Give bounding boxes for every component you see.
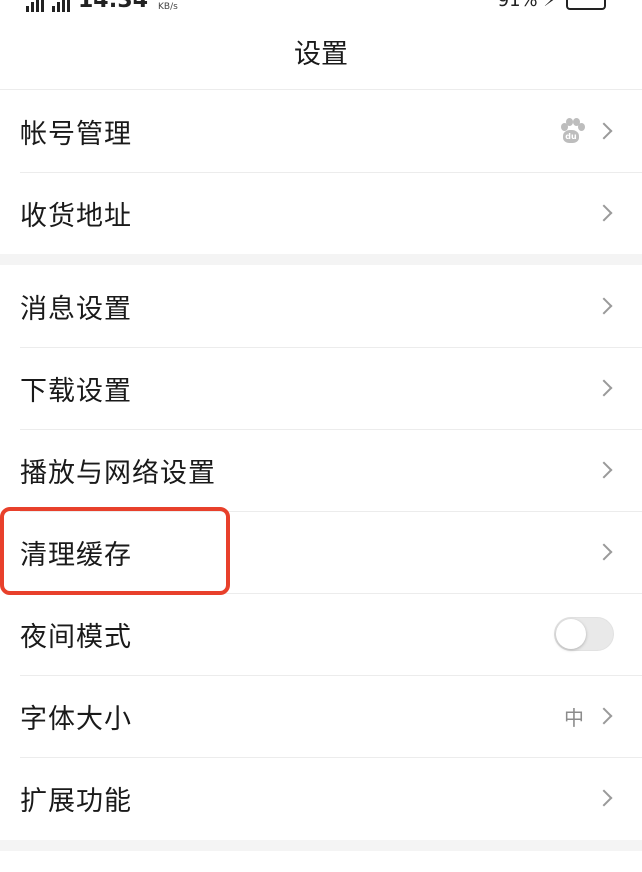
settings-item-accessory [595, 297, 614, 315]
settings-item-label: 扩展功能 [20, 785, 132, 817]
settings-item-account-management[interactable]: 帐号管理 du [0, 90, 642, 172]
chevron-right-icon [595, 297, 613, 315]
chevron-right-icon [595, 379, 613, 397]
settings-item-label: 下载设置 [20, 375, 132, 407]
settings-item-label: 消息设置 [20, 293, 132, 325]
settings-item-clear-cache[interactable]: 清理缓存 [0, 511, 642, 593]
signal-icon [26, 0, 44, 12]
settings-item-night-mode: 夜间模式 [0, 593, 642, 675]
settings-item-accessory: 中 [564, 702, 614, 731]
signal-icon-2 [52, 0, 70, 12]
chevron-right-icon [595, 204, 613, 222]
settings-item-label: 帐号管理 [20, 118, 132, 150]
settings-item-accessory [554, 617, 614, 651]
settings-group-account: 帐号管理 du 收货地址 [0, 90, 642, 254]
status-left: 14:34 KB/s [26, 0, 178, 12]
settings-item-accessory [595, 204, 614, 222]
battery-percent: 91% ⚡ [497, 0, 556, 11]
chevron-right-icon [595, 543, 613, 561]
night-mode-toggle[interactable] [554, 617, 614, 651]
settings-item-accessory [595, 379, 614, 397]
settings-item-extensions[interactable]: 扩展功能 [0, 757, 642, 839]
settings-item-playback-network[interactable]: 播放与网络设置 [0, 429, 642, 511]
page-title: 设置 [294, 39, 348, 70]
battery-icon [566, 0, 606, 10]
settings-group-general: 消息设置 下载设置 播放与网络设置 清理缓存 夜间模式 字体大小 中 扩展功能 [0, 265, 642, 839]
font-size-value: 中 [564, 705, 584, 730]
settings-item-label: 播放与网络设置 [20, 457, 216, 489]
settings-item-message-settings[interactable]: 消息设置 [0, 265, 642, 347]
nav-header: 设置 [0, 14, 642, 90]
settings-item-accessory: du [558, 118, 614, 144]
chevron-right-icon [595, 707, 613, 725]
settings-item-font-size[interactable]: 字体大小 中 [0, 675, 642, 757]
settings-item-label: 收货地址 [20, 200, 132, 232]
settings-item-accessory [595, 461, 614, 479]
chevron-right-icon [595, 789, 613, 807]
network-speed-unit: KB/s [158, 2, 178, 12]
settings-item-download-settings[interactable]: 下载设置 [0, 347, 642, 429]
baidu-paw-icon: du [558, 118, 585, 144]
settings-item-label: 清理缓存 [20, 539, 132, 571]
chevron-right-icon [595, 122, 613, 140]
settings-item-label: 夜间模式 [20, 621, 132, 653]
toggle-knob [556, 619, 586, 649]
settings-item-accessory [595, 543, 614, 561]
section-divider [0, 254, 642, 265]
settings-item-shipping-address[interactable]: 收货地址 [0, 172, 642, 254]
status-right: 91% ⚡ [498, 0, 606, 11]
section-divider [0, 840, 642, 851]
status-bar: 14:34 KB/s 91% ⚡ [0, 0, 642, 14]
settings-item-label: 字体大小 [20, 703, 132, 735]
chevron-right-icon [595, 461, 613, 479]
status-time: 14:34 [78, 0, 149, 13]
settings-item-accessory [595, 789, 614, 807]
